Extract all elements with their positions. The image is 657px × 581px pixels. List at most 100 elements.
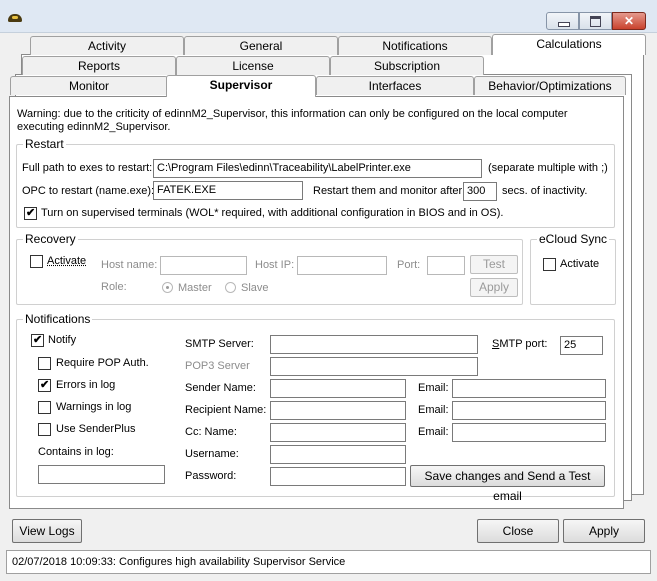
tab-label: Monitor [68,79,109,93]
tab-label: Interfaces [368,79,422,93]
wol-label: Turn on supervised terminals (WOL* requi… [41,207,504,219]
close-button[interactable]: Close [477,519,559,543]
tab-behavior-optimizations[interactable]: Behavior/Optimizations [474,76,626,95]
slave-label: Slave [241,282,269,294]
slave-radio[interactable] [225,282,236,293]
tab-general[interactable]: General [184,36,338,55]
ecloud-activate-checkbox[interactable] [543,258,556,271]
view-logs-button[interactable]: View Logs [12,519,82,543]
close-window-button[interactable] [612,12,646,30]
test-button[interactable]: Test [470,255,518,274]
tab-label: Calculations [536,37,602,51]
recipient-name-label: Recipient Name: [185,404,267,416]
path-label: Full path to exes to restart: [22,162,153,174]
pop3-server-input[interactable] [270,357,478,376]
require-pop-label: Require POP Auth. [56,357,149,369]
recovery-apply-button[interactable]: Apply [470,278,518,297]
sender-plus-checkbox[interactable] [38,423,51,436]
ecloud-activate-label: Activate [560,258,600,270]
recovery-activate-checkbox[interactable] [30,255,43,268]
host-ip-label: Host IP: [255,259,295,271]
sender-plus-label: Use SenderPlus [56,423,136,435]
status-bar: 02/07/2018 10:09:33: Configures high ava… [6,550,651,574]
pop3-server-label: POP3 Server [185,360,250,372]
tab-label: Supervisor [209,78,273,92]
tab-supervisor[interactable]: Supervisor [166,75,316,97]
tab-notifications[interactable]: Notifications [338,36,492,55]
monitor-after-label: Restart them and monitor after: [313,185,466,197]
tab-calculations[interactable]: Calculations [492,34,646,55]
contains-in-log-label: Contains in log: [38,446,114,458]
monitor-unit: secs. of inactivity. [502,185,588,197]
sender-name-input[interactable] [270,379,406,398]
username-label: Username: [185,448,239,460]
tab-label: General [239,39,283,53]
restart-legend: Restart [23,137,66,151]
tab-label: Activity [87,39,126,53]
supervisor-panel: Warning: due to the criticity of edinnM2… [9,96,624,509]
tab-subscription[interactable]: Subscription [330,56,484,75]
minimize-button[interactable] [546,12,579,30]
password-label: Password: [185,470,237,482]
sender-email-label: Email: [418,382,449,394]
warnings-in-log-checkbox[interactable] [38,401,51,414]
app-icon [8,14,22,22]
host-name-input[interactable] [160,256,247,275]
cc-name-input[interactable] [270,423,406,442]
sender-email-input[interactable] [452,379,606,398]
save-and-test-email-button[interactable]: Save changes and Send a Test email [410,465,605,503]
recipient-email-input[interactable] [452,401,606,420]
sender-name-label: Sender Name: [185,382,256,394]
contains-in-log-input[interactable] [38,465,165,484]
errors-in-log-checkbox[interactable] [38,378,51,392]
tab-monitor[interactable]: Monitor [10,76,168,95]
ecloud-sync-group: eCloud Sync Activate [530,232,616,305]
tab-reports[interactable]: Reports [22,56,176,75]
require-pop-checkbox[interactable] [38,357,51,370]
password-input[interactable] [270,467,406,486]
tab-license[interactable]: License [176,56,330,75]
recovery-activate-label: Activate [47,255,87,267]
monitor-after-input[interactable]: 300 [463,182,497,201]
path-input[interactable]: C:\Program Files\edinn\Traceability\Labe… [153,159,482,178]
tab-activity[interactable]: Activity [30,36,184,55]
recovery-legend: Recovery [23,232,78,246]
title-bar [0,0,657,33]
role-label: Role: [101,281,127,293]
smtp-port-input[interactable]: 25 [560,336,603,355]
notify-label: Notify [48,334,77,346]
username-input[interactable] [270,445,406,464]
host-name-label: Host name: [101,259,158,271]
path-hint: (separate multiple with ;) [488,162,608,174]
warnings-in-log-label: Warnings in log [56,401,132,413]
smtp-server-input[interactable] [270,335,478,354]
notifications-group: Notifications Notify Require POP Auth. E… [16,312,615,503]
tab-label: Reports [77,59,121,73]
warning-text: Warning: due to the criticity of edinnM2… [17,108,568,133]
host-ip-input[interactable] [297,256,387,275]
cc-email-input[interactable] [452,423,606,442]
opc-label: OPC to restart (name.exe): [22,185,155,197]
tab-label: Behavior/Optimizations [488,79,612,93]
cc-email-label: Email: [418,426,449,438]
smtp-server-label: SMTP Server: [185,338,254,350]
smtp-port-label: SMTP port: [492,338,548,350]
port-input[interactable] [427,256,465,275]
notify-checkbox[interactable] [31,333,44,347]
recipient-email-label: Email: [418,404,449,416]
tab-label: License [232,59,274,73]
maximize-button[interactable] [579,12,612,30]
tab-interfaces[interactable]: Interfaces [316,76,474,95]
recovery-group: Recovery Activate Host name: Host IP: Po… [16,232,523,305]
opc-input[interactable]: FATEK.EXE [153,181,303,200]
port-label: Port: [397,259,421,271]
cc-name-label: Cc: Name: [185,426,237,438]
master-radio[interactable] [162,282,173,293]
ecloud-legend: eCloud Sync [537,232,610,246]
restart-group: Restart Full path to exes to restart: C:… [16,137,615,228]
wol-checkbox[interactable] [24,206,37,220]
notifications-legend: Notifications [23,312,93,326]
apply-button[interactable]: Apply [563,519,645,543]
tab-label: Subscription [373,59,441,73]
recipient-name-input[interactable] [270,401,406,420]
